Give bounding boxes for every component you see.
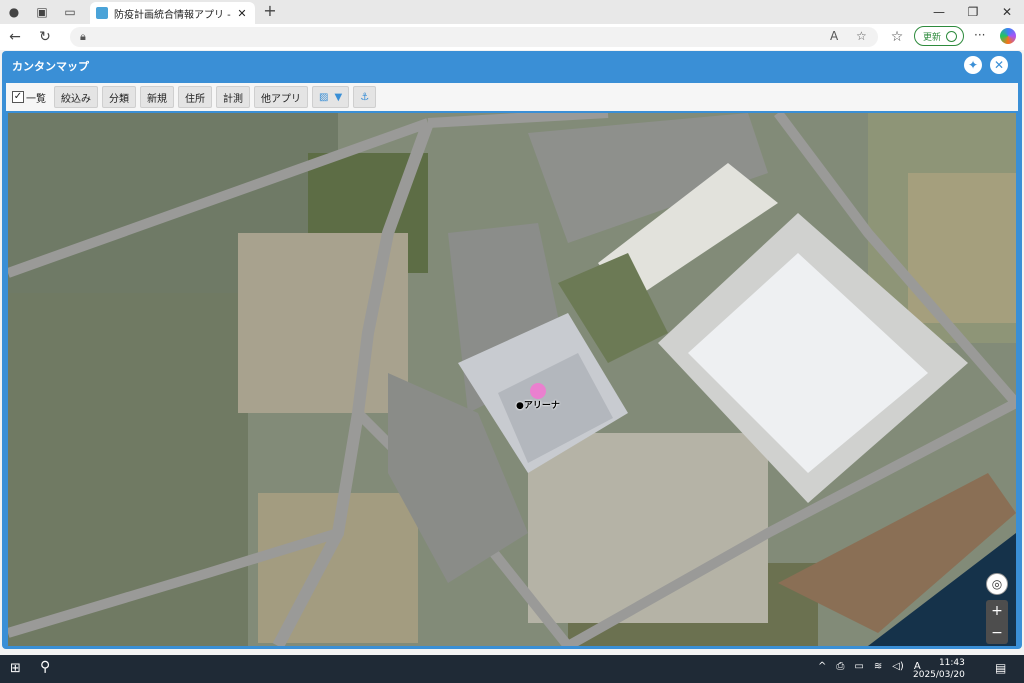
pin-window-icon[interactable]: ✦	[964, 56, 982, 74]
lock-icon: 🔒︎	[80, 30, 86, 43]
more-menu-icon[interactable]: ···	[974, 28, 985, 42]
classify-button[interactable]: 分類	[102, 86, 136, 108]
map-toolbar: ✓ 一覧 絞込み 分類 新規 住所 計測 他アプリ ▨ ▼ ⚓︎	[6, 83, 1018, 111]
clock-date: 2025/03/20	[913, 670, 965, 680]
refresh-icon[interactable]: ↻	[30, 24, 60, 50]
aerial-map[interactable]: ●アリーナ ◎ + −	[8, 113, 1016, 646]
browser-tab[interactable]: 防疫計画統合情報アプリ - レコードの ✕	[90, 2, 255, 24]
zoom-control: + −	[986, 600, 1008, 644]
favorites-icon[interactable]: ☆	[882, 24, 912, 50]
map-layer-icon: ▨	[319, 91, 329, 103]
aerial-imagery	[8, 113, 1016, 646]
tab-actions-icon[interactable]: ▭	[56, 0, 84, 24]
new-tab-button[interactable]: +	[260, 2, 280, 22]
list-toggle-label: 一覧	[26, 93, 46, 105]
window-controls: — ❐ ✕	[922, 0, 1024, 24]
basemap-select-button[interactable]: ▨ ▼	[312, 86, 350, 108]
tab-title: 防疫計画統合情報アプリ - レコードの	[114, 9, 235, 21]
collections-icon[interactable]: ▣	[28, 0, 56, 24]
battery-icon[interactable]: ▭	[854, 661, 863, 672]
filter-button[interactable]: 絞込み	[54, 86, 98, 108]
notification-icon[interactable]: ▤	[995, 661, 1006, 675]
close-tab-icon[interactable]: ✕	[235, 7, 249, 20]
clock-time: 11:43	[938, 658, 965, 668]
tray-app-icon[interactable]: ⎙	[836, 661, 844, 672]
zoom-in-button[interactable]: +	[991, 603, 1003, 619]
read-aloud-icon[interactable]: A	[830, 29, 838, 43]
back-icon[interactable]: ←	[0, 24, 30, 50]
windows-taskbar: ⊞ ⚲ ^ ⎙ ▭ ≋ ◁) A 11:43 2025/03/20 ▤	[0, 655, 1024, 683]
other-apps-button[interactable]: 他アプリ	[254, 86, 308, 108]
address-search-button[interactable]: 住所	[178, 86, 212, 108]
arena-marker-label[interactable]: ●アリーナ	[516, 398, 560, 411]
checkbox-checked-icon[interactable]: ✓	[12, 91, 24, 103]
new-record-button[interactable]: 新規	[140, 86, 174, 108]
taskbar-clock[interactable]: 11:43 2025/03/20	[913, 657, 965, 681]
copilot-icon[interactable]	[1000, 28, 1016, 44]
list-toggle[interactable]: ✓ 一覧	[12, 90, 46, 105]
address-bar-row: ← ↻ 🔒︎ A ☆ ☆ 更新 ···	[0, 24, 1024, 50]
measure-button[interactable]: 計測	[216, 86, 250, 108]
app-favicon-icon	[96, 7, 108, 19]
favorite-star-icon[interactable]: ☆	[856, 29, 867, 43]
arena-marker-dot[interactable]	[530, 383, 546, 399]
tray-overflow-icon[interactable]: ^	[818, 661, 826, 672]
close-app-icon[interactable]: ✕	[990, 56, 1008, 74]
volume-icon[interactable]: ◁)	[892, 661, 904, 672]
url-input[interactable]: 🔒︎ A ☆	[70, 27, 878, 47]
zoom-out-button[interactable]: −	[991, 625, 1003, 641]
minimize-icon[interactable]: —	[922, 0, 956, 24]
current-location-button[interactable]: ⚓︎	[353, 86, 377, 108]
update-status-icon	[946, 31, 957, 42]
system-tray: ^ ⎙ ▭ ≋ ◁) A	[818, 661, 921, 672]
app-title: カンタンマップ	[12, 60, 89, 73]
update-button[interactable]: 更新	[914, 26, 964, 46]
close-window-icon[interactable]: ✕	[990, 0, 1024, 24]
restore-icon[interactable]: ❐	[956, 0, 990, 24]
chevron-down-icon: ▼	[334, 91, 343, 103]
profile-icon[interactable]: ●	[0, 0, 28, 24]
locate-me-icon[interactable]: ◎	[986, 573, 1008, 595]
location-pin-icon: ⚓︎	[360, 91, 370, 103]
kantan-map-window: カンタンマップ ✦ ✕ ✓ 一覧 絞込み 分類 新規 住所 計測 他アプリ ▨ …	[2, 51, 1022, 649]
taskbar-search-icon[interactable]: ⚲	[40, 659, 50, 675]
browser-tab-strip: ● ▣ ▭ 防疫計画統合情報アプリ - レコードの ✕ + — ❐ ✕	[0, 0, 1024, 24]
update-label: 更新	[923, 32, 942, 43]
windows-start-icon[interactable]: ⊞	[10, 661, 21, 676]
wifi-icon[interactable]: ≋	[874, 661, 882, 672]
